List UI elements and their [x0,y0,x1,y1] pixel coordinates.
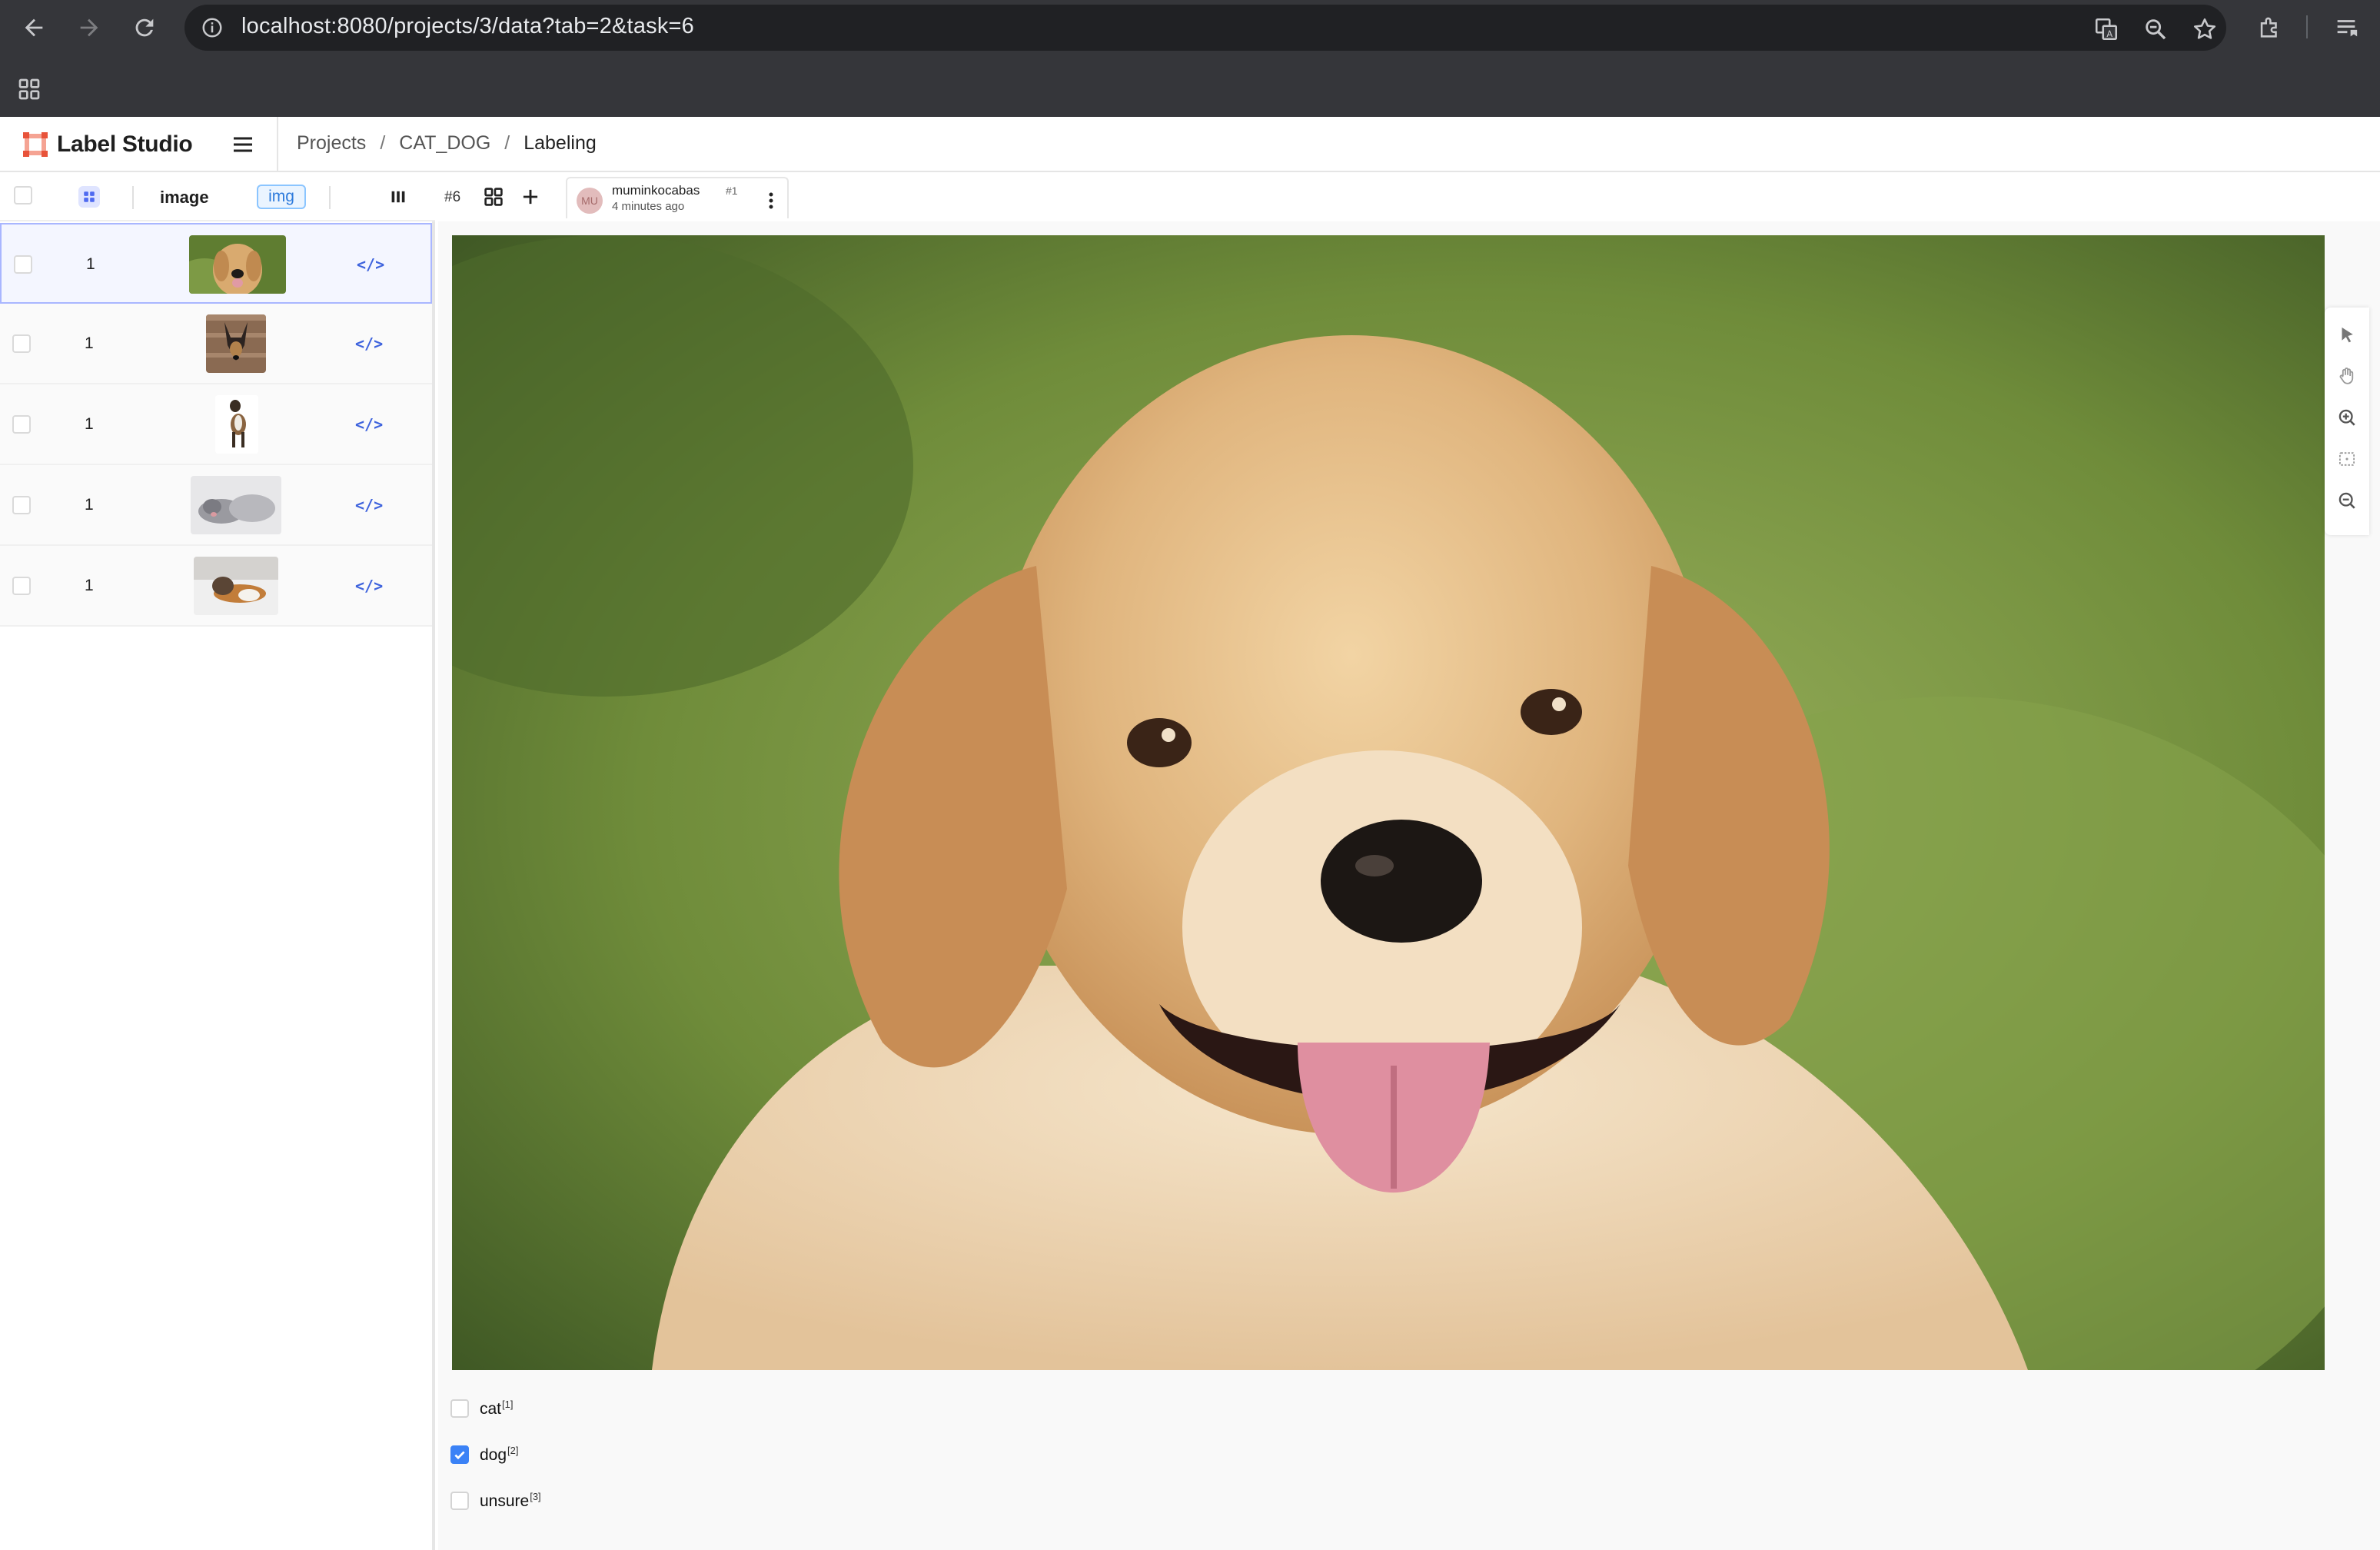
pointer-icon[interactable] [2332,320,2362,349]
column-type-badge: img [257,185,306,209]
app-header: Label Studio Projects / CAT_DOG / Labeli… [0,117,2380,172]
table-row[interactable]: 1 </> [0,465,432,546]
columns-toggle-icon[interactable] [381,181,415,212]
header-divider [132,186,134,209]
row-checkbox[interactable] [12,334,31,353]
annotation-tab[interactable]: MU muminkocabas #1 4 minutes ago [566,177,789,218]
row-thumbnail[interactable] [215,395,258,454]
breadcrumb-separator: / [380,132,386,154]
pan-hand-icon[interactable] [2332,361,2362,391]
golden-retriever-photo [452,235,2325,1370]
toolbar-divider [2306,15,2308,38]
task-image[interactable] [452,235,2325,1370]
add-annotation-icon[interactable] [515,181,546,212]
apps-grid-icon[interactable] [14,74,45,105]
row-count: 1 [85,415,94,433]
zoom-in-icon[interactable] [2332,403,2362,432]
avatar: MU [577,188,603,214]
choice-unsure[interactable]: unsure[3] [450,1485,541,1516]
annotator-name: muminkocabas [612,183,700,198]
choice-checkbox-checked[interactable] [450,1445,469,1464]
header-divider [277,117,278,172]
table-header: image img [0,172,435,221]
row-checkbox[interactable] [12,496,31,514]
more-options-icon[interactable] [761,188,781,214]
url-text[interactable]: localhost:8080/projects/3/data?tab=2&tas… [241,14,694,39]
annotation-toolbar: #6 MU muminkocabas #1 4 minutes ago [438,172,2380,221]
source-code-link[interactable]: </> [355,496,383,514]
hotkey-hint: [3] [530,1491,541,1502]
choice-label: unsure[3] [480,1491,541,1510]
annotation-number: #1 [726,185,738,197]
row-thumbnail[interactable] [194,557,278,615]
source-code-link[interactable]: </> [357,255,384,274]
breadcrumb-current: Labeling [524,132,597,154]
choice-checkbox[interactable] [450,1492,469,1510]
row-count: 1 [85,496,94,514]
zoom-icon[interactable] [2140,14,2171,45]
breadcrumb-projects[interactable]: Projects [297,132,366,155]
header-divider [329,186,331,209]
column-grid-icon[interactable] [78,186,100,208]
table-row[interactable]: 1 </> [0,546,432,627]
hotkey-hint: [1] [502,1399,514,1410]
image-tools-panel [2325,308,2369,535]
source-code-link[interactable]: </> [355,415,383,434]
hotkey-hint: [2] [507,1445,519,1456]
task-list-panel: image img 1 </> 1 </> 1 </> 1 </> 1 </> [0,172,435,1550]
row-checkbox[interactable] [12,415,31,434]
task-id: #6 [444,189,461,205]
bookmark-star-icon[interactable] [2189,14,2220,45]
brand-name: Label Studio [57,131,193,157]
choice-dog[interactable]: dog[2] [450,1439,519,1470]
svg-text:A: A [2106,28,2112,39]
address-bar[interactable]: localhost:8080/projects/3/data?tab=2&tas… [184,5,2226,51]
forward-icon[interactable] [72,11,106,45]
fit-to-screen-icon[interactable] [2332,444,2362,474]
choice-label: dog[2] [480,1445,519,1464]
annotations-grid-icon[interactable] [480,183,507,211]
source-code-link[interactable]: </> [355,577,383,595]
checkmark-icon [454,1451,465,1460]
source-code-link[interactable]: </> [355,334,383,353]
row-count: 1 [85,577,94,594]
hamburger-menu-icon[interactable] [228,129,258,160]
row-count: 1 [85,334,94,352]
column-header-image[interactable]: image [160,188,209,208]
choice-label: cat[1] [480,1399,514,1418]
label-studio-logo-icon [23,132,48,157]
table-row[interactable]: 1 </> [0,304,432,384]
row-checkbox[interactable] [14,255,32,274]
table-row[interactable]: 1 </> [0,384,432,465]
extensions-icon[interactable] [2252,11,2286,45]
row-thumbnail[interactable] [206,314,266,373]
browser-chrome: localhost:8080/projects/3/data?tab=2&tas… [0,0,2380,117]
choice-checkbox[interactable] [450,1399,469,1418]
breadcrumb: Projects / CAT_DOG / Labeling [297,132,597,155]
translate-icon[interactable]: A [2091,14,2122,45]
labeling-area: cat[1] dog[2] unsure[3] [438,221,2380,1550]
select-all-checkbox[interactable] [14,186,32,205]
row-checkbox[interactable] [12,577,31,595]
choice-cat[interactable]: cat[1] [450,1393,513,1424]
zoom-out-icon[interactable] [2332,486,2362,515]
back-icon[interactable] [17,11,51,45]
site-info-icon[interactable] [197,12,228,43]
breadcrumb-project[interactable]: CAT_DOG [399,132,490,155]
reload-icon[interactable] [128,11,161,45]
row-thumbnail[interactable] [191,476,281,534]
annotation-time: 4 minutes ago [612,200,685,213]
reading-list-icon[interactable] [2329,11,2363,45]
table-row[interactable]: 1 </> [0,223,432,304]
row-thumbnail[interactable] [189,235,286,294]
row-count: 1 [86,255,95,273]
logo[interactable]: Label Studio [22,131,193,158]
breadcrumb-separator: / [504,132,510,154]
